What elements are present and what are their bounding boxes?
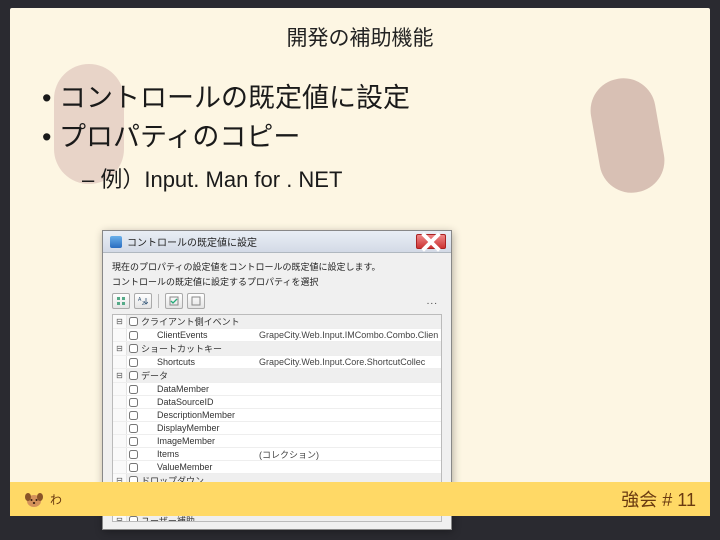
sort-az-button[interactable]: AZ (134, 293, 152, 309)
bullet-1-text: コントロールの既定値に設定 (59, 83, 410, 113)
spacer (113, 461, 127, 473)
property-row[interactable]: DisplayMember (113, 422, 441, 435)
app-icon (110, 236, 122, 248)
dialog-desc1: 現在のプロパティの設定値をコントロールの既定値に設定します。 (112, 260, 442, 273)
close-button[interactable] (416, 234, 446, 249)
spacer (113, 329, 127, 341)
property-checkbox[interactable] (127, 435, 139, 447)
bullet-list: • コントロールの既定値に設定 • プロパティのコピー – 例）Input. M… (10, 52, 710, 194)
slide-title: 開発の補助機能 (10, 8, 710, 52)
property-value: (コレクション) (255, 448, 441, 461)
property-name: ValueMember (139, 462, 255, 472)
property-row[interactable]: ClientEventsGrapeCity.Web.Input.IMCombo.… (113, 329, 441, 342)
property-checkbox[interactable] (127, 461, 139, 473)
property-name: DataMember (139, 384, 255, 394)
category-checkbox[interactable] (127, 342, 139, 355)
slide: 開発の補助機能 • コントロールの既定値に設定 • プロパティのコピー – 例）… (10, 8, 710, 516)
property-checkbox[interactable] (127, 409, 139, 421)
property-value: GrapeCity.Web.Input.Core.ShortcutCollec (255, 357, 441, 367)
category-checkbox[interactable] (127, 369, 139, 382)
footer-left-text: わ (50, 491, 62, 508)
property-row[interactable]: DataMember (113, 383, 441, 396)
property-checkbox[interactable] (127, 356, 139, 368)
property-name: DisplayMember (139, 423, 255, 433)
expand-icon[interactable]: ⊟ (113, 342, 127, 355)
property-name: ImageMember (139, 436, 255, 446)
toolbar: AZ ... (112, 293, 442, 309)
spacer (113, 409, 127, 421)
property-name: ClientEvents (139, 330, 255, 340)
property-name: Shortcuts (139, 357, 255, 367)
property-row[interactable]: ShortcutsGrapeCity.Web.Input.Core.Shortc… (113, 356, 441, 369)
bullet-2: • プロパティのコピー (42, 115, 678, 154)
dialog-desc2: コントロールの既定値に設定するプロパティを選択 (112, 275, 442, 288)
uncheck-all-button[interactable] (187, 293, 205, 309)
spacer (113, 422, 127, 434)
svg-text:Z: Z (142, 301, 145, 306)
spacer (113, 356, 127, 368)
dialog-title: コントロールの既定値に設定 (110, 234, 257, 249)
property-checkbox[interactable] (127, 383, 139, 395)
property-row[interactable]: DescriptionMember (113, 409, 441, 422)
dialog-titlebar[interactable]: コントロールの既定値に設定 (103, 231, 451, 253)
property-value: GrapeCity.Web.Input.IMCombo.Combo.Clien (255, 330, 441, 340)
dialog-title-text: コントロールの既定値に設定 (127, 234, 257, 249)
bullet-1: • コントロールの既定値に設定 (42, 76, 678, 115)
category-row[interactable]: ⊟ データ (113, 369, 441, 383)
separator (158, 294, 159, 308)
category-label: ショートカットキー (139, 342, 255, 355)
expand-icon[interactable]: ⊟ (113, 369, 127, 382)
category-label: クライアント側イベント (139, 315, 255, 328)
category-row[interactable]: ⊟ ショートカットキー (113, 342, 441, 356)
property-checkbox[interactable] (127, 396, 139, 408)
spacer (113, 435, 127, 447)
category-label: データ (139, 369, 255, 382)
footer-left: わ (24, 490, 62, 508)
property-checkbox[interactable] (127, 329, 139, 341)
property-row[interactable]: ValueMember (113, 461, 441, 474)
spacer (113, 448, 127, 460)
etc-label: ... (427, 296, 442, 307)
property-checkbox[interactable] (127, 422, 139, 434)
check-all-button[interactable] (165, 293, 183, 309)
property-row[interactable]: Items(コレクション) (113, 448, 441, 461)
bullet-2-text: プロパティのコピー (59, 122, 300, 152)
expand-icon[interactable]: ⊟ (113, 315, 127, 328)
spacer (113, 383, 127, 395)
close-icon (417, 228, 445, 256)
spacer (113, 396, 127, 408)
footer-right: 強会 # 11 (621, 486, 696, 512)
sub-bullet: – 例）Input. Man for . NET (42, 154, 678, 194)
category-checkbox[interactable] (127, 315, 139, 328)
dog-icon (24, 490, 44, 508)
property-name: DataSourceID (139, 397, 255, 407)
categorize-button[interactable] (112, 293, 130, 309)
property-row[interactable]: DataSourceID (113, 396, 441, 409)
property-name: DescriptionMember (139, 410, 255, 420)
category-row[interactable]: ⊟ クライアント側イベント (113, 315, 441, 329)
property-name: Items (139, 449, 255, 459)
property-row[interactable]: ImageMember (113, 435, 441, 448)
property-checkbox[interactable] (127, 448, 139, 460)
slide-footer: わ 強会 # 11 (10, 482, 710, 516)
